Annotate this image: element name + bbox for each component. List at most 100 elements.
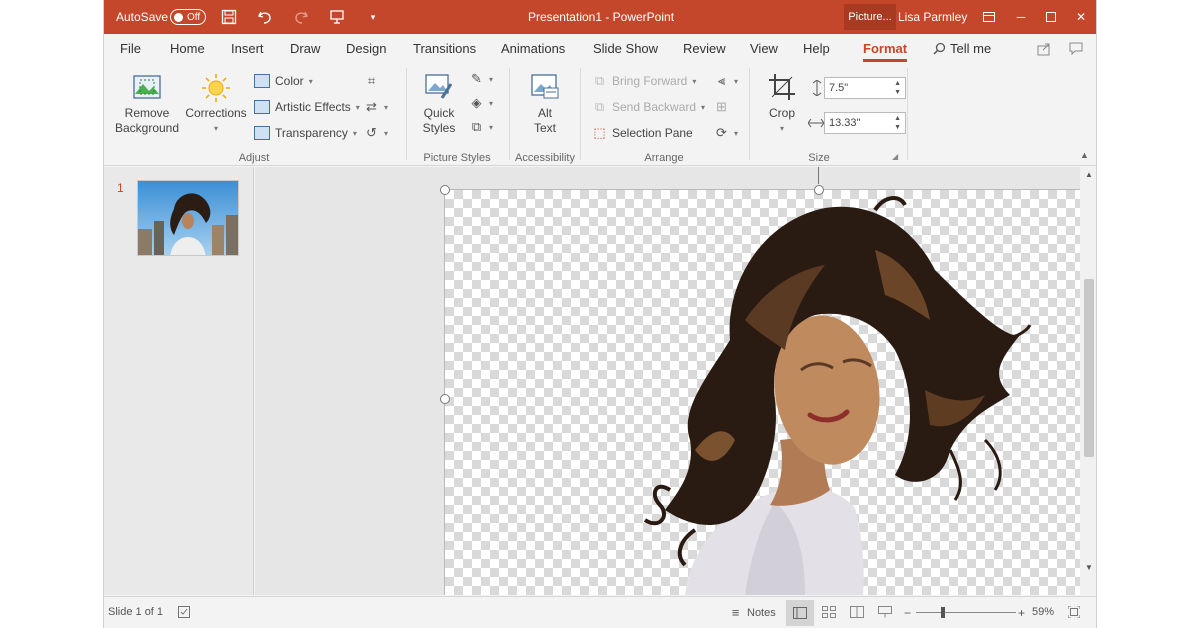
bring-forward-label: Bring Forward <box>612 74 688 88</box>
compress-pictures-icon: ⌗ <box>367 73 376 88</box>
selection-pane-button[interactable]: ⬚ Selection Pane <box>592 126 692 141</box>
autosave-toggle[interactable]: Off <box>170 9 206 25</box>
tab-help[interactable]: Help <box>803 41 830 56</box>
quick-styles-line1: Quick <box>423 106 455 120</box>
zoom-slider-track[interactable] <box>916 612 1016 613</box>
scroll-down-arrow-icon[interactable]: ▼ <box>1080 563 1096 572</box>
resize-handle-top-left[interactable] <box>440 185 450 195</box>
artistic-effects-button[interactable]: Artistic Effects ▾ <box>254 100 360 114</box>
vertical-scrollbar[interactable]: ▲ ▼ <box>1080 167 1096 595</box>
height-spin-arrows[interactable]: ▲ ▼ <box>894 79 901 97</box>
picture-tools-context-tab[interactable]: Picture... <box>844 4 896 30</box>
accessibility-checker-icon[interactable] <box>178 606 190 618</box>
width-spin-arrows[interactable]: ▲ ▼ <box>894 114 901 132</box>
maximize-icon[interactable] <box>1036 0 1066 34</box>
slide-count[interactable]: Slide 1 of 1 <box>108 606 163 618</box>
status-bar: Slide 1 of 1 ≡ Notes − + 59% <box>104 596 1096 628</box>
slide-thumbnail[interactable] <box>137 180 239 256</box>
reset-picture-icon: ↺ <box>366 125 377 140</box>
remove-background-button[interactable]: Remove Background <box>114 72 180 136</box>
tab-view[interactable]: View <box>750 41 778 56</box>
scrollbar-thumb[interactable] <box>1084 279 1094 457</box>
save-icon[interactable] <box>218 0 240 34</box>
normal-view-icon <box>793 607 807 619</box>
chevron-down-icon: ▾ <box>692 76 697 86</box>
shape-height-value: 7.5" <box>829 82 849 94</box>
tab-animations[interactable]: Animations <box>501 41 565 56</box>
zoom-slider-knob[interactable] <box>941 607 946 618</box>
transparency-button[interactable]: Transparency ▾ <box>254 126 357 140</box>
remove-background-line2: Background <box>114 121 180 135</box>
slide-sorter-view-icon[interactable] <box>822 606 836 618</box>
shape-width-input[interactable]: 13.33" ▲ ▼ <box>824 112 906 134</box>
tab-design[interactable]: Design <box>346 41 386 56</box>
autosave-label: AutoSave <box>116 10 169 24</box>
crop-icon <box>767 72 797 102</box>
tab-draw[interactable]: Draw <box>290 41 320 56</box>
size-dialog-launcher-icon[interactable]: ◢ <box>892 152 898 161</box>
ribbon: Remove Background Corrections ▾ Color ▾ … <box>104 64 1096 166</box>
bring-forward-icon: ⧉ <box>594 73 605 88</box>
align-button[interactable]: ⫷ ▾ <box>714 74 738 88</box>
tab-transitions[interactable]: Transitions <box>413 41 476 56</box>
resize-handle-left[interactable] <box>440 394 450 404</box>
slide-canvas[interactable] <box>440 167 1080 595</box>
resize-handle-top[interactable] <box>814 185 824 195</box>
redo-icon[interactable] <box>290 0 312 34</box>
reading-view-icon[interactable] <box>850 606 864 618</box>
picture-border-button[interactable]: ✎ ▾ <box>469 72 493 86</box>
compress-pictures-button[interactable]: ⌗ <box>364 74 379 88</box>
group-objects-button[interactable]: ⊞ <box>714 100 729 114</box>
chevron-down-icon: ▾ <box>734 128 739 138</box>
zoom-in-button[interactable]: + <box>1018 606 1025 620</box>
slide-number: 1 <box>117 181 124 195</box>
group-separator <box>406 68 407 160</box>
ribbon-display-options-icon[interactable] <box>974 0 1004 34</box>
corrections-button[interactable]: Corrections ▾ <box>184 72 248 136</box>
transparency-label: Transparency <box>275 126 348 140</box>
group-label-accessibility: Accessibility <box>515 152 575 164</box>
picture-layout-button[interactable]: ⧉ ▾ <box>469 120 493 134</box>
start-slideshow-icon[interactable] <box>326 0 348 34</box>
shape-width-value: 13.33" <box>829 117 861 129</box>
tab-file[interactable]: File <box>120 41 141 56</box>
picture-effects-button[interactable]: ◈ ▾ <box>469 96 494 110</box>
rotation-handle-stem <box>818 167 819 184</box>
bring-forward-button[interactable]: ⧉ Bring Forward ▾ <box>592 73 697 89</box>
tab-insert[interactable]: Insert <box>231 41 264 56</box>
undo-icon[interactable] <box>254 0 276 34</box>
tell-me-search[interactable]: Tell me <box>933 41 991 56</box>
share-icon[interactable] <box>1037 42 1051 59</box>
change-picture-button[interactable]: ⇄ ▾ <box>364 100 388 114</box>
notes-button[interactable]: ≡ Notes <box>728 606 776 620</box>
customize-qat-icon[interactable]: ▾ <box>362 0 384 34</box>
group-label-picture-styles: Picture Styles <box>423 152 491 164</box>
crop-button[interactable]: Crop ▾ <box>762 72 802 136</box>
quick-styles-button[interactable]: Quick Styles <box>416 72 462 136</box>
notes-label: Notes <box>747 607 776 619</box>
collapse-ribbon-icon[interactable]: ▲ <box>1080 150 1089 160</box>
tab-slide-show[interactable]: Slide Show <box>593 41 658 56</box>
zoom-level[interactable]: 59% <box>1032 606 1054 618</box>
reset-picture-button[interactable]: ↺ ▾ <box>364 126 388 140</box>
fit-slide-to-window-icon[interactable] <box>1068 606 1080 618</box>
normal-view-button[interactable] <box>786 600 814 626</box>
user-name[interactable]: Lisa Parmley <box>898 0 967 34</box>
tab-format[interactable]: Format <box>863 41 908 62</box>
minimize-icon[interactable]: ─ <box>1006 0 1036 34</box>
tab-home[interactable]: Home <box>170 41 205 56</box>
rotate-icon: ⟳ <box>716 125 727 140</box>
color-button[interactable]: Color ▾ <box>254 74 313 88</box>
shape-height-input[interactable]: 7.5" ▲ ▼ <box>824 77 906 99</box>
tab-review[interactable]: Review <box>683 41 726 56</box>
zoom-out-button[interactable]: − <box>904 606 911 620</box>
woman-photo-background-removed[interactable] <box>445 190 1080 595</box>
scroll-up-arrow-icon[interactable]: ▲ <box>1080 170 1096 179</box>
slide-show-view-icon[interactable] <box>878 606 892 618</box>
alt-text-button[interactable]: Alt Text <box>522 72 568 136</box>
width-icon <box>807 116 825 133</box>
close-icon[interactable]: ✕ <box>1066 0 1096 34</box>
comments-icon[interactable] <box>1069 42 1083 59</box>
rotate-button[interactable]: ⟳ ▾ <box>714 126 738 140</box>
send-backward-button[interactable]: ⧉ Send Backward ▾ <box>592 100 705 115</box>
